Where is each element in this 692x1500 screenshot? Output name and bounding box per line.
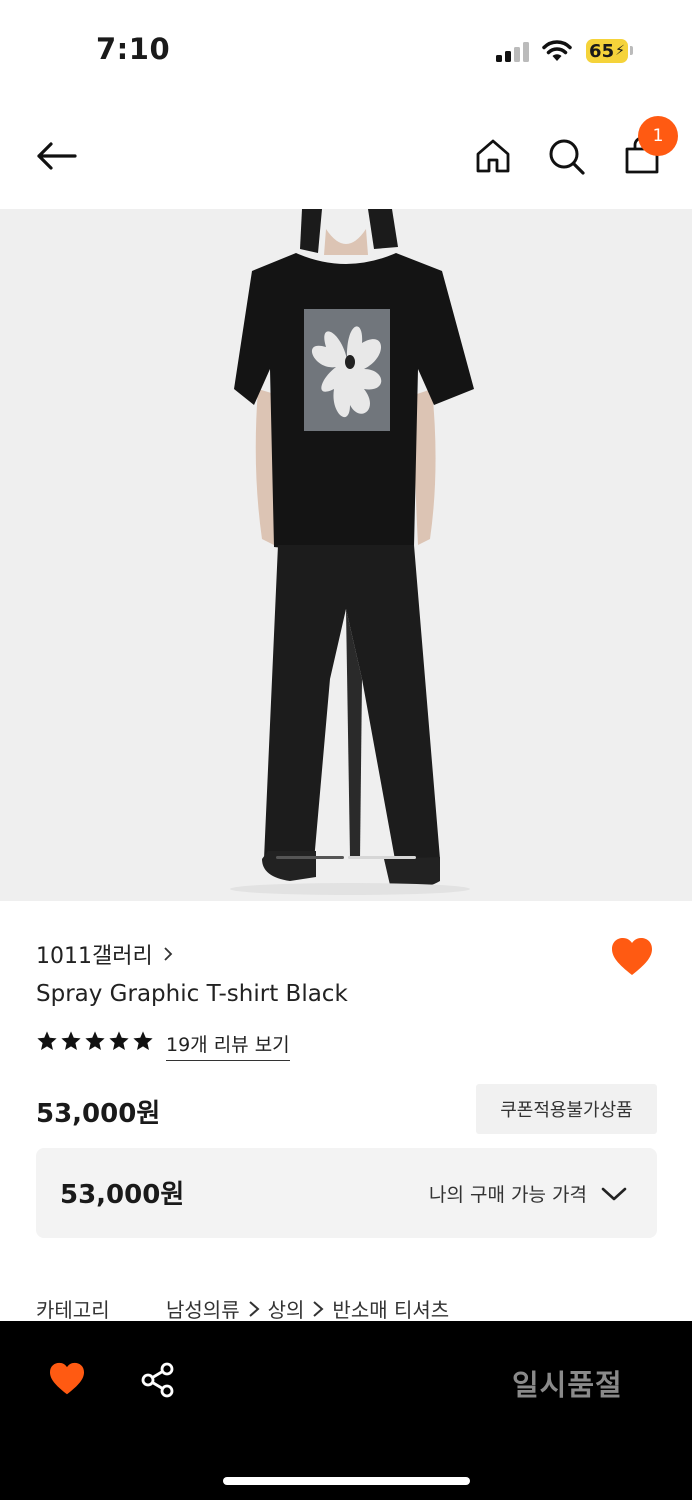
breadcrumb-item[interactable]: 남성의류 (166, 1294, 240, 1323)
wishlist-heart-icon[interactable] (610, 937, 654, 977)
category-label: 카테고리 (36, 1298, 110, 1322)
chevron-down-icon (601, 1187, 627, 1200)
star-icon (109, 1031, 129, 1050)
star-icon (133, 1031, 153, 1050)
back-arrow-icon (37, 142, 77, 170)
cellular-signal-icon (496, 42, 529, 62)
bottom-action-bar (0, 1321, 692, 1500)
my-price-value: 53,000원 (60, 1180, 185, 1210)
star-icon (85, 1031, 105, 1050)
cart-count-badge: 1 (638, 116, 678, 156)
brand-name: 1011갤러리 (36, 944, 153, 969)
home-button[interactable] (471, 134, 515, 178)
product-photo-illustration (0, 209, 692, 901)
star-icon (61, 1031, 81, 1050)
search-icon (549, 139, 585, 175)
breadcrumb-item[interactable]: 반소매 티셔츠 (332, 1294, 449, 1323)
chevron-right-icon (248, 1300, 260, 1317)
battery-indicator: 65 ⚡ (586, 39, 628, 63)
image-pager (276, 856, 416, 859)
review-link[interactable]: 19개 리뷰 보기 (166, 1030, 290, 1061)
chevron-right-icon (164, 947, 172, 961)
wifi-icon (542, 40, 572, 61)
share-icon[interactable] (140, 1362, 176, 1398)
home-icon (476, 139, 510, 173)
my-price-label: 나의 구매 가능 가격 (429, 1184, 587, 1206)
category-breadcrumb: 남성의류 상의 반소매 티셔츠 (166, 1294, 449, 1323)
star-rating (36, 1030, 154, 1052)
product-title: Spray Graphic T-shirt Black (36, 981, 348, 1007)
my-price-dropdown[interactable]: 53,000원 나의 구매 가능 가격 (36, 1148, 657, 1238)
charging-bolt-icon: ⚡ (615, 43, 625, 59)
breadcrumb-item[interactable]: 상의 (268, 1294, 305, 1323)
home-indicator (223, 1477, 470, 1485)
back-button[interactable] (30, 134, 82, 178)
product-price: 53,000원 (36, 1099, 161, 1129)
chevron-right-icon (313, 1300, 324, 1317)
pager-dot-active (276, 856, 344, 859)
product-image[interactable] (0, 209, 692, 901)
wishlist-heart-icon[interactable] (48, 1362, 86, 1396)
star-icon (37, 1031, 57, 1050)
battery-level: 65 (589, 40, 615, 62)
search-button[interactable] (544, 134, 590, 180)
status-time: 7:10 (96, 32, 171, 66)
battery-nub (630, 46, 633, 55)
soldout-button[interactable]: 일시품절 (512, 1362, 623, 1404)
brand-link[interactable]: 1011갤러리 (36, 938, 173, 970)
coupon-badge: 쿠폰적용불가상품 (476, 1084, 657, 1134)
pager-dot (348, 856, 416, 859)
my-price-toggle[interactable]: 나의 구매 가능 가격 (429, 1180, 627, 1207)
